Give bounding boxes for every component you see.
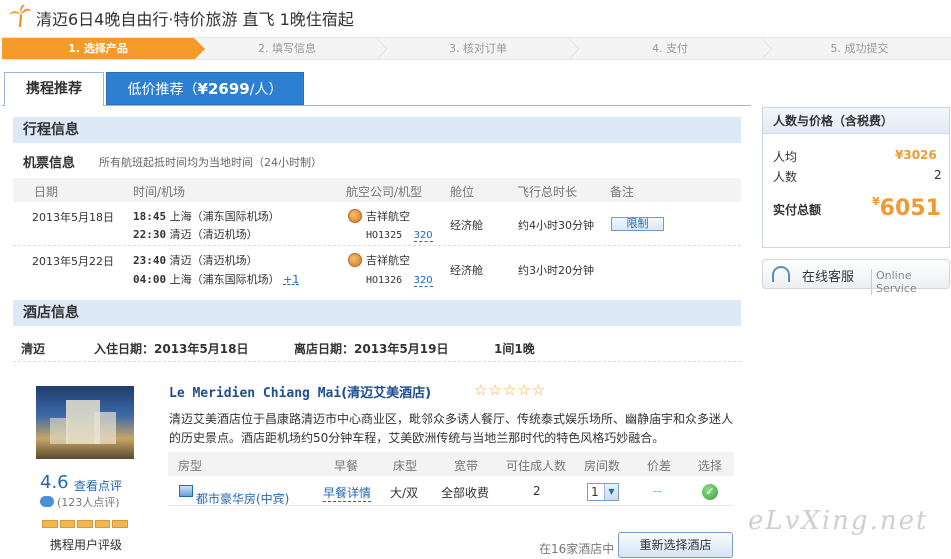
chevron-down-icon: ▼ (604, 484, 618, 500)
plane-type-link[interactable]: 320 (413, 275, 433, 287)
room-row: 都市豪华房(中宾) 早餐详情 大/双 全部收费 2 -- (168, 478, 734, 506)
airline-name: 吉祥航空 (366, 254, 410, 267)
progress-steps: 1. 选择产品 2. 填写信息 3. 核对订单 4. 支付 5. 成功提交 (2, 37, 951, 60)
flight-number-row: HO1325 320 (366, 230, 433, 242)
room-quantity-select[interactable]: 1 ▼ (587, 483, 619, 501)
bed-type: 大/双 (390, 486, 419, 500)
airline-logo-icon (348, 209, 362, 223)
ticket-title: 机票信息 (23, 156, 76, 171)
review-count: (123人点评) (40, 494, 120, 510)
next-day-badge[interactable]: +1 (283, 273, 299, 286)
total-price: ¥6051 (872, 195, 941, 221)
tab-recommended[interactable]: 携程推荐 (4, 72, 104, 106)
headset-icon (772, 266, 790, 282)
itinerary-header: 行程信息 (13, 117, 741, 143)
price-panel-title: 人数与价格（含税费） (763, 108, 949, 134)
plane-type-link[interactable]: 320 (413, 230, 433, 242)
people-count: 2 (934, 168, 942, 182)
watermark: eLvXing.net (748, 506, 929, 536)
broadband: 全部收费 (441, 486, 490, 500)
cabin-class: 经济舱 (450, 264, 483, 277)
flight-duration: 约3小时20分钟 (518, 264, 594, 277)
step-fill-info: 2. 填写信息 (258, 42, 316, 55)
user-rating-bar (42, 520, 128, 528)
flight-date: 2013年5月18日 (32, 211, 114, 224)
adults-count: 2 (533, 484, 541, 498)
hotel-name-link[interactable]: Le Meridien Chiang Mai(清迈艾美酒店) (169, 382, 431, 401)
flight-date: 2013年5月22日 (32, 255, 114, 268)
hotel-description: 清迈艾美酒店位于昌康路清迈市中心商业区，毗邻众多诱人餐厅、传统泰式娱乐场所、幽静… (169, 412, 734, 445)
hotel-star-rating: ☆☆☆☆☆ (474, 381, 547, 399)
per-person-label: 人均 (773, 150, 798, 164)
room-photo-icon (179, 485, 193, 497)
flight-departure: 23:40 清迈（清迈机场） (133, 254, 258, 267)
airline-logo-icon (348, 253, 362, 267)
step-check-order: 3. 核对订单 (449, 42, 507, 55)
view-reviews-link[interactable]: 查看点评 (74, 477, 122, 494)
airline-name: 吉祥航空 (366, 210, 410, 223)
step-pay: 4. 支付 (652, 42, 688, 55)
page-title: 清迈6日4晚自由行·特价旅游 直飞 1晚住宿起 (36, 10, 354, 29)
tab-low-price[interactable]: 低价推荐（¥2699/人） (106, 72, 304, 105)
reselect-hotel-button[interactable]: 重新选择酒店 (618, 532, 733, 558)
online-service-label: 在线客服 (802, 270, 855, 285)
comment-bubble-icon (40, 496, 54, 507)
flight-duration: 约4小时30分钟 (518, 219, 594, 232)
total-label: 实付总额 (773, 203, 822, 217)
people-label: 人数 (773, 170, 798, 184)
step-submit: 5. 成功提交 (830, 42, 889, 55)
step-arrow (194, 38, 205, 60)
ticket-note: 所有航班起抵时间均为当地时间（24小时制） (99, 156, 322, 169)
room-type-link[interactable]: 都市豪华房(中宾) (179, 484, 289, 506)
hotel-score: 4.6 (40, 472, 69, 493)
online-service-label-en: Online Service (871, 269, 951, 295)
selected-check-icon[interactable]: ✓ (702, 484, 718, 500)
per-person-price: ¥3026 (895, 148, 937, 162)
flight-number-row: HO1326 320 (366, 275, 433, 287)
room-table-header: 房型 早餐 床型 宽带 可住成人数 房间数 价差 选择 (168, 452, 734, 476)
flight-arrival: 22:30 清迈（清迈机场） (133, 228, 258, 241)
price-difference: -- (653, 484, 662, 498)
flight-departure: 18:45 上海（浦东国际机场） (133, 210, 280, 223)
user-rating-label: 携程用户评级 (50, 538, 123, 552)
breakfast-details-link[interactable]: 早餐详情 (323, 484, 372, 502)
hotel-count-note: 在16家酒店中 (539, 542, 615, 556)
hotel-stay-info: 清迈 入住日期：2013年5月18日 离店日期：2013年5月19日 1间1晚 (21, 342, 535, 356)
step-select-product: 1. 选择产品 (2, 38, 194, 59)
hotel-header: 酒店信息 (13, 300, 741, 326)
flight-table-header: 日期 时间/机场 航空公司/机型 舱位 飞行总时长 备注 (13, 178, 741, 202)
hotel-photo[interactable] (36, 386, 134, 459)
cabin-class: 经济舱 (450, 219, 483, 232)
palm-logo-icon (9, 4, 31, 28)
restriction-button[interactable]: 限制 (611, 217, 664, 231)
flight-arrival: 04:00 上海（浦东国际机场） +1 (133, 273, 300, 286)
